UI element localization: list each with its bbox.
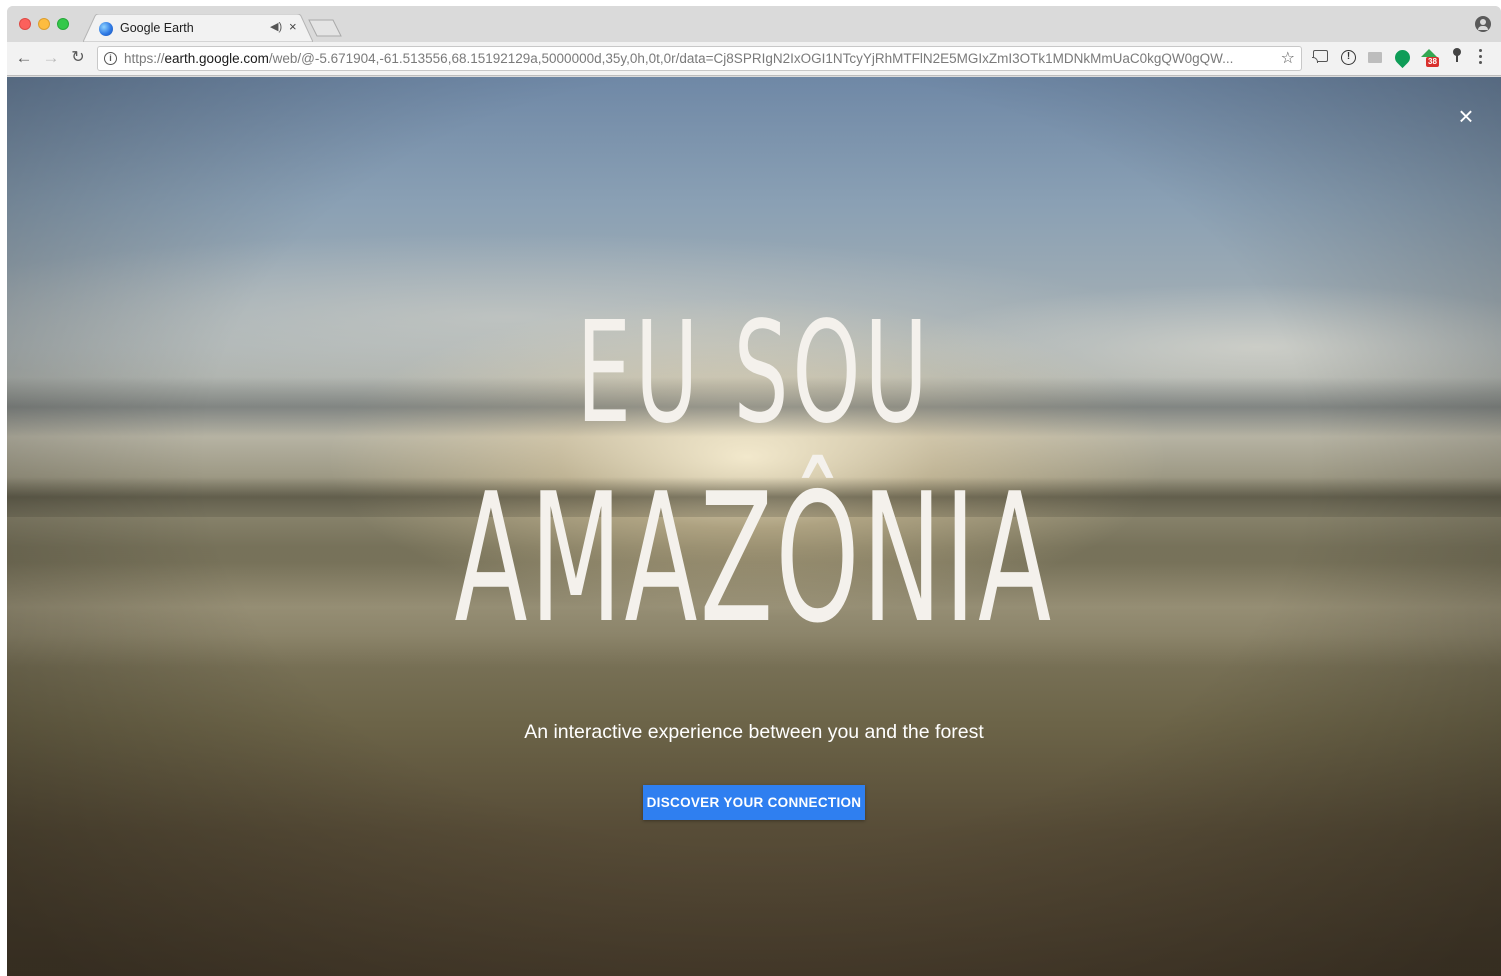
- new-tab-button[interactable]: [307, 18, 343, 38]
- google-earth-favicon-icon: [99, 22, 113, 36]
- extension-info-icon[interactable]: !: [1341, 50, 1356, 65]
- toolbar: ← → ↻ i https://earth.google.com/web/@-5…: [7, 42, 1501, 76]
- browser-window: Google Earth ◀) × ← → ↻ i https://earth.…: [7, 6, 1501, 976]
- forward-arrow-icon[interactable]: →: [40, 47, 62, 69]
- tab-google-earth[interactable]: Google Earth ◀) ×: [83, 14, 313, 42]
- close-icon[interactable]: ×: [1454, 103, 1478, 129]
- extension-green-drop-icon[interactable]: [1391, 46, 1414, 69]
- speaker-icon[interactable]: ◀): [270, 20, 282, 33]
- hero-subtitle: An interactive experience between you an…: [524, 721, 984, 743]
- extension-screen-icon[interactable]: [1368, 52, 1382, 63]
- url-path: /web/@-5.671904,-61.513556,68.15192129a,…: [268, 51, 1234, 66]
- earth-intro-overlay: × EU SOU AMAZÔNIA An interactive experie…: [7, 77, 1501, 976]
- chrome-menu-icon[interactable]: [1479, 49, 1482, 65]
- hero-title-line1: EU SOU: [576, 292, 932, 455]
- extension-badge: 38: [1426, 57, 1439, 67]
- hero-title-line2: AMAZÔNIA: [454, 455, 1054, 662]
- window-maximize-button[interactable]: [57, 18, 69, 30]
- url-text[interactable]: https://earth.google.com/web/@-5.671904,…: [124, 51, 1274, 66]
- url-prefix: https://: [124, 51, 165, 66]
- bookmark-star-icon[interactable]: ☆: [1281, 48, 1295, 68]
- site-info-icon[interactable]: i: [104, 52, 117, 65]
- reload-icon[interactable]: ↻: [67, 47, 89, 69]
- window-minimize-button[interactable]: [38, 18, 50, 30]
- tab-strip: Google Earth ◀) ×: [7, 6, 1501, 42]
- tab-title: Google Earth: [120, 21, 194, 35]
- cast-icon[interactable]: [1312, 50, 1328, 63]
- extension-pin-icon[interactable]: [1453, 48, 1461, 62]
- profile-icon[interactable]: [1475, 16, 1491, 32]
- tab-close-icon[interactable]: ×: [289, 19, 297, 34]
- address-bar[interactable]: i https://earth.google.com/web/@-5.67190…: [97, 46, 1302, 71]
- house-roof-shape: [1421, 49, 1437, 57]
- window-close-button[interactable]: [19, 18, 31, 30]
- discover-connection-button[interactable]: DISCOVER YOUR CONNECTION: [643, 785, 865, 820]
- back-arrow-icon[interactable]: ←: [13, 47, 35, 69]
- extension-house-icon[interactable]: 38: [1421, 49, 1439, 67]
- url-host: earth.google.com: [164, 51, 269, 66]
